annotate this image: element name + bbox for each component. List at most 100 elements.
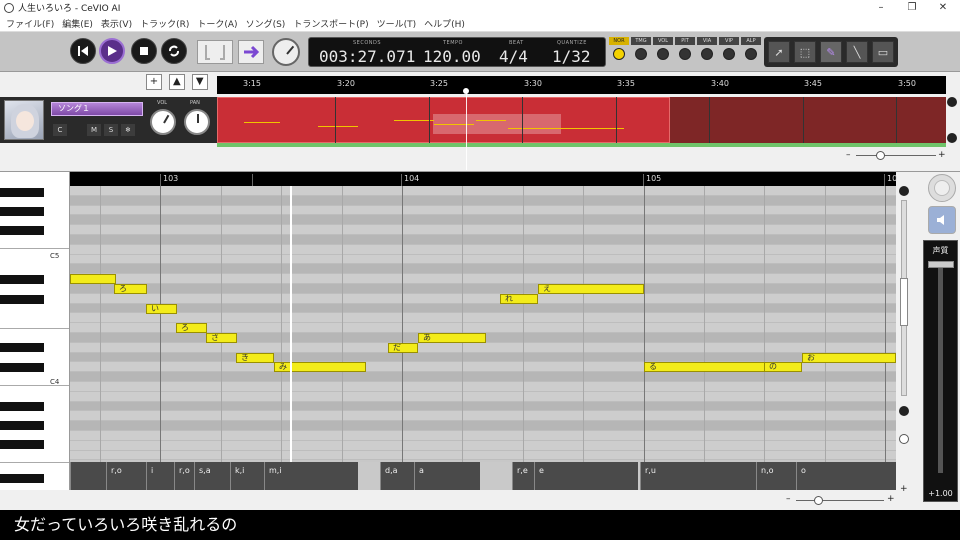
add-track-button[interactable]: + [146, 74, 162, 90]
note[interactable]: え [538, 284, 644, 294]
range-select-tool[interactable]: ⬚ [794, 41, 816, 63]
note[interactable]: れ [500, 293, 538, 304]
quantize-value[interactable]: 1/32 [552, 47, 591, 66]
scroll-up-icon[interactable] [947, 97, 957, 107]
track-lane[interactable] [217, 97, 946, 143]
menu-view[interactable]: 表示(V) [101, 17, 132, 30]
note[interactable]: の [764, 362, 802, 373]
vertical-zoom-in-icon[interactable]: + [900, 484, 908, 494]
slider-handle[interactable] [814, 496, 823, 505]
note[interactable]: だ [388, 342, 418, 353]
note[interactable] [70, 274, 116, 285]
zoom-out-icon[interactable]: – [846, 150, 851, 160]
rewind-button[interactable] [70, 38, 96, 64]
note[interactable]: あ [418, 333, 486, 343]
phoneme-block[interactable]: s,a [194, 462, 230, 490]
mode-vol-toggle[interactable] [657, 48, 669, 60]
speaker-button[interactable] [928, 206, 956, 234]
measure-ruler[interactable]: 103 104 105 10 [70, 172, 897, 186]
mode-pit-toggle[interactable] [679, 48, 691, 60]
voice-quality-handle[interactable] [928, 261, 954, 268]
stop-button[interactable] [131, 38, 157, 64]
black-key[interactable] [0, 207, 44, 216]
menu-tools[interactable]: ツール(T) [377, 17, 417, 30]
black-key[interactable] [0, 440, 44, 449]
note[interactable]: る [644, 362, 766, 373]
phoneme-block[interactable]: r,u [640, 462, 756, 490]
record-button[interactable] [928, 174, 956, 202]
marker-toggle-button[interactable] [197, 40, 233, 64]
scrollbar-thumb[interactable] [900, 278, 908, 326]
auto-scroll-button[interactable] [238, 40, 264, 64]
phoneme-block[interactable]: r,o [106, 462, 146, 490]
phoneme-block[interactable]: r,e [512, 462, 534, 490]
black-key[interactable] [0, 363, 44, 372]
phoneme-lane[interactable]: r,o i r,o s,a k,i m,i d,a a r,e e r,u n,o o [70, 462, 896, 490]
scroll-up-icon[interactable] [899, 186, 909, 196]
track-solo-button[interactable]: S [104, 124, 118, 136]
track-vertical-scrollbar[interactable] [947, 97, 957, 143]
track-pan-knob[interactable] [184, 109, 210, 135]
note[interactable]: さ [206, 333, 237, 343]
move-track-up-button[interactable]: ▲ [168, 74, 185, 90]
phoneme-block[interactable]: a [414, 462, 480, 490]
zoom-in-icon[interactable]: + [938, 150, 946, 160]
menu-talk[interactable]: トーク(A) [197, 17, 237, 30]
black-key[interactable] [0, 275, 44, 284]
master-volume-knob[interactable] [272, 38, 300, 66]
phoneme-block[interactable] [70, 462, 106, 490]
phoneme-block[interactable]: m,i [264, 462, 358, 490]
phoneme-block[interactable]: e [534, 462, 638, 490]
select-tool[interactable]: ➚ [768, 41, 790, 63]
note-grid[interactable]: ろいろさきみだあれえるのお [70, 186, 896, 462]
mode-alp-toggle[interactable] [745, 48, 757, 60]
note[interactable]: ろ [176, 323, 207, 334]
phoneme-block[interactable]: o [796, 462, 896, 490]
close-button[interactable]: ✕ [928, 0, 958, 15]
minimize-button[interactable]: – [866, 0, 896, 15]
play-button[interactable] [99, 38, 125, 64]
zoom-out-icon[interactable]: – [786, 494, 791, 504]
note[interactable]: い [146, 303, 177, 314]
roll-vertical-scrollbar[interactable]: + [898, 186, 910, 496]
line-tool[interactable]: ╲ [846, 41, 868, 63]
note[interactable]: お [802, 352, 896, 363]
phoneme-block[interactable]: n,o [756, 462, 796, 490]
mode-via-toggle[interactable] [701, 48, 713, 60]
mode-vip-toggle[interactable] [723, 48, 735, 60]
black-key[interactable] [0, 295, 44, 304]
menu-song[interactable]: ソング(S) [246, 17, 286, 30]
menu-file[interactable]: ファイル(F) [6, 17, 54, 30]
track-volume-knob[interactable] [150, 109, 176, 135]
menu-transport[interactable]: トランスポート(P) [293, 17, 368, 30]
note[interactable]: き [236, 352, 274, 363]
mode-tmg-toggle[interactable] [635, 48, 647, 60]
note[interactable]: ろ [114, 284, 147, 294]
black-key[interactable] [0, 402, 44, 411]
eraser-tool[interactable]: ▭ [872, 41, 894, 63]
black-key[interactable] [0, 474, 44, 483]
restore-button[interactable]: ❐ [897, 0, 927, 15]
mode-nor-toggle[interactable] [613, 48, 625, 60]
move-track-down-button[interactable]: ▼ [191, 74, 208, 90]
voice-quality-track[interactable] [938, 263, 943, 473]
scroll-down-icon[interactable] [899, 406, 909, 416]
song-region[interactable] [217, 97, 670, 143]
track-name[interactable]: ソング１ [51, 102, 143, 116]
phoneme-block[interactable]: d,a [380, 462, 414, 490]
track-c-button[interactable]: C [53, 124, 67, 136]
phoneme-block[interactable]: i [146, 462, 174, 490]
timeline-ruler[interactable]: 3:15 3:20 3:25 3:30 3:35 3:40 3:45 3:50 [217, 76, 946, 94]
scroll-down-icon[interactable] [947, 133, 957, 143]
note[interactable]: み [274, 362, 366, 373]
black-key[interactable] [0, 421, 44, 430]
menu-edit[interactable]: 編集(E) [62, 17, 93, 30]
track-header[interactable]: ソング１ C M S ❄ VOL PAN [0, 97, 217, 143]
menu-track[interactable]: トラック(R) [140, 17, 189, 30]
menu-help[interactable]: ヘルプ(H) [424, 17, 465, 30]
black-key[interactable] [0, 343, 44, 352]
track-freeze-button[interactable]: ❄ [121, 124, 135, 136]
black-key[interactable] [0, 188, 44, 197]
singer-avatar[interactable] [4, 100, 44, 140]
piano-keyboard[interactable]: C5 C4 [0, 172, 70, 490]
